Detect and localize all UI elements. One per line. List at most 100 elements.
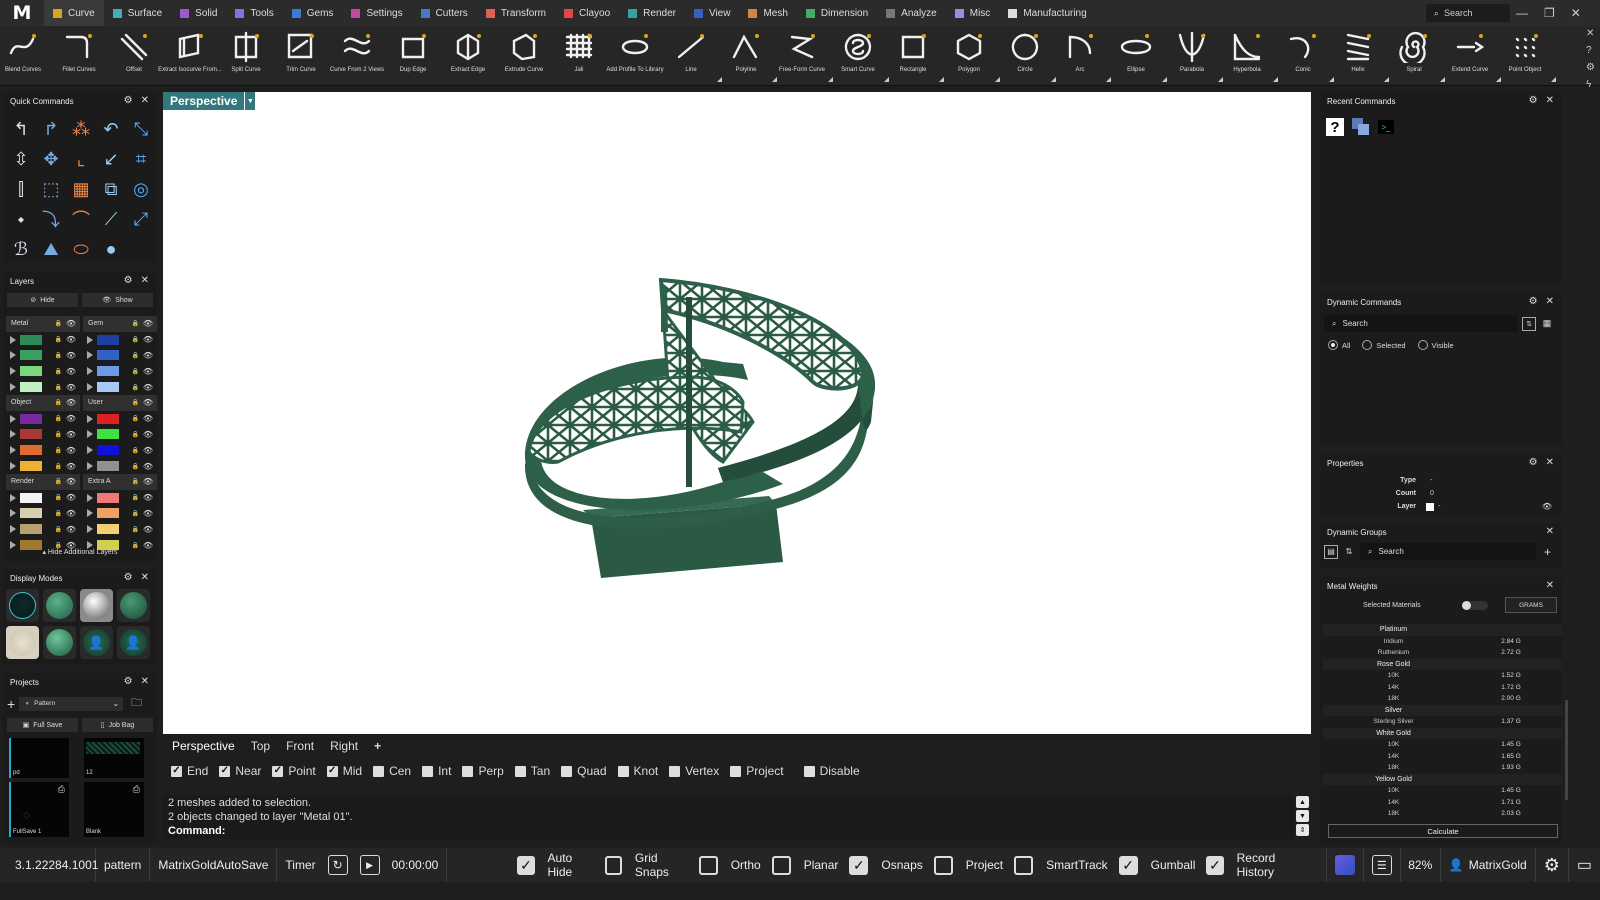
hide-additional-layers-button[interactable]: ▴ Hide Additional Layers: [3, 548, 157, 556]
gear-icon[interactable]: ⚙: [124, 572, 133, 583]
expand-arrow-icon[interactable]: [87, 430, 93, 439]
eye-icon[interactable]: 👁: [66, 462, 76, 471]
terminal-icon[interactable]: >_: [1378, 120, 1394, 134]
layer-color-swatch[interactable]: [97, 508, 119, 519]
lock-icon[interactable]: 🔒: [55, 526, 62, 533]
eye-icon[interactable]: 👁: [143, 319, 153, 328]
toggle-smarttrack[interactable]: SmartTrack: [1014, 855, 1108, 875]
align-icon[interactable]: ⌞: [66, 144, 96, 174]
layer-color-swatch[interactable]: [97, 524, 119, 535]
close-icon[interactable]: ✕: [1546, 296, 1554, 307]
shaded-mode-button[interactable]: [43, 589, 76, 622]
gear-icon[interactable]: ⚙: [1529, 457, 1538, 468]
menu-tab-gems[interactable]: Gems: [283, 0, 343, 26]
eye-icon[interactable]: 👁: [66, 477, 76, 486]
tool-line[interactable]: Line: [663, 26, 722, 86]
frame-icon[interactable]: ⌗: [126, 144, 156, 174]
layer-group-header[interactable]: Object 🔒 👁: [6, 395, 80, 411]
chevron-down-icon[interactable]: ▼: [245, 92, 256, 110]
layer-color-swatch[interactable]: [20, 413, 42, 424]
tool-extend-curve[interactable]: Extend Curve: [1442, 26, 1501, 86]
slice-icon[interactable]: ⟋: [96, 204, 126, 234]
eye-icon[interactable]: 👁: [1542, 502, 1552, 511]
dynamic-groups-search-input[interactable]: ⌕ Search: [1360, 543, 1536, 560]
eye-icon[interactable]: 👁: [143, 351, 153, 360]
gem-icon[interactable]: ⬩: [6, 204, 36, 234]
ring-size-icon[interactable]: ◎: [126, 174, 156, 204]
layer-row[interactable]: 🔒 👁: [83, 506, 157, 522]
checkbox-icon[interactable]: ✓: [1206, 855, 1224, 875]
scale-icon[interactable]: ⤡: [126, 114, 156, 144]
tool-jali[interactable]: Jali: [551, 26, 607, 86]
tool-hyperbola[interactable]: Hyperbola: [1219, 26, 1278, 86]
eye-icon[interactable]: 👁: [143, 398, 153, 407]
snap-point[interactable]: ✓ Point: [272, 764, 316, 778]
expand-arrow-icon[interactable]: [87, 493, 93, 502]
checkbox-icon[interactable]: [373, 765, 385, 777]
tool-rectangle[interactable]: Rectangle: [885, 26, 944, 86]
lock-icon[interactable]: 🔒: [132, 368, 139, 375]
lightning-icon[interactable]: ϟ: [1586, 79, 1595, 90]
job-bag-button[interactable]: ▯ Job Bag: [82, 718, 153, 732]
layer-row[interactable]: 🔒 👁: [6, 348, 80, 364]
lock-icon[interactable]: 🔒: [55, 384, 62, 391]
dynamic-commands-search-input[interactable]: ⌕ Search: [1324, 315, 1518, 332]
show-layers-button[interactable]: 👁 Show: [82, 293, 153, 307]
layer-row[interactable]: 🔒 👁: [6, 332, 80, 348]
menu-tab-clayoo[interactable]: Clayoo: [555, 0, 619, 26]
tool-extract-edge[interactable]: Extract Edge: [440, 26, 496, 86]
tool-polygon[interactable]: Polygon: [941, 26, 1000, 86]
tool-polyline[interactable]: Polyline: [718, 26, 777, 86]
layer-row[interactable]: 🔒 👁: [6, 363, 80, 379]
menu-tab-surface[interactable]: Surface: [104, 0, 171, 26]
toggle-project[interactable]: Project: [933, 855, 1003, 875]
settings-icon[interactable]: ⚙: [1536, 848, 1569, 882]
ghosted-mode-button[interactable]: [43, 626, 76, 659]
menu-tab-view[interactable]: View: [685, 0, 740, 26]
close-icon[interactable]: ✕: [1546, 457, 1554, 468]
lock-icon[interactable]: 🔒: [55, 494, 62, 501]
lock-icon[interactable]: 🔒: [132, 526, 139, 533]
lock-icon[interactable]: 🔒: [55, 431, 62, 438]
tool-extrude-curve[interactable]: Extrude Curve: [496, 26, 552, 86]
lock-icon[interactable]: 🔒: [132, 320, 139, 327]
toggle-planar[interactable]: Planar: [771, 855, 838, 875]
scroll-down-icon[interactable]: ▼: [1296, 810, 1309, 822]
eye-icon[interactable]: 👁: [66, 319, 76, 328]
lock-icon[interactable]: 🔒: [132, 478, 139, 485]
checkbox-icon[interactable]: [730, 765, 742, 777]
lock-icon[interactable]: 🔒: [132, 463, 139, 470]
tool-split-curve[interactable]: Split Curve: [218, 26, 274, 86]
eye-icon[interactable]: 👁: [66, 493, 76, 502]
lock-icon[interactable]: 🔒: [55, 320, 62, 327]
checkbox-icon[interactable]: [771, 855, 791, 875]
layer-group-header[interactable]: Gem 🔒 👁: [83, 316, 157, 332]
checkbox-icon[interactable]: ✓: [326, 765, 338, 777]
eye-icon[interactable]: 👁: [66, 383, 76, 392]
xray-mode-button[interactable]: [80, 589, 113, 622]
menu-tab-solid[interactable]: Solid: [171, 0, 226, 26]
checkbox-icon[interactable]: [1014, 855, 1034, 875]
lock-icon[interactable]: 🔒: [55, 368, 62, 375]
eye-icon[interactable]: 👁: [66, 414, 76, 423]
wireframe-mode-button[interactable]: [6, 589, 39, 622]
snap-cen[interactable]: Cen: [373, 764, 411, 778]
project-thumb[interactable]: pd: [9, 738, 69, 778]
checkbox-icon[interactable]: ✓: [1118, 855, 1138, 875]
toggle-record-history[interactable]: ✓ Record History: [1206, 851, 1306, 879]
expand-arrow-icon[interactable]: [10, 525, 16, 534]
sort-icon[interactable]: ⇅: [1522, 316, 1536, 331]
scroll-up-icon[interactable]: ▲: [1296, 796, 1309, 808]
expand-arrow-icon[interactable]: [87, 351, 93, 360]
mirror-icon[interactable]: ⇳: [6, 144, 36, 174]
array-icon[interactable]: ▦: [66, 174, 96, 204]
presentation-mode-button[interactable]: 👤: [80, 626, 113, 659]
lock-icon[interactable]: 🔒: [55, 399, 62, 406]
command-area[interactable]: 2 meshes added to selection. 2 objects c…: [163, 795, 1294, 839]
layer-row[interactable]: 🔒 👁: [6, 427, 80, 443]
tool-trim-curve[interactable]: Trim Curve: [273, 26, 329, 86]
move-icon[interactable]: ✥: [36, 144, 66, 174]
lock-icon[interactable]: 🔒: [132, 494, 139, 501]
layer-row[interactable]: 🔒 👁: [83, 363, 157, 379]
add-group-icon[interactable]: +: [1544, 545, 1551, 559]
